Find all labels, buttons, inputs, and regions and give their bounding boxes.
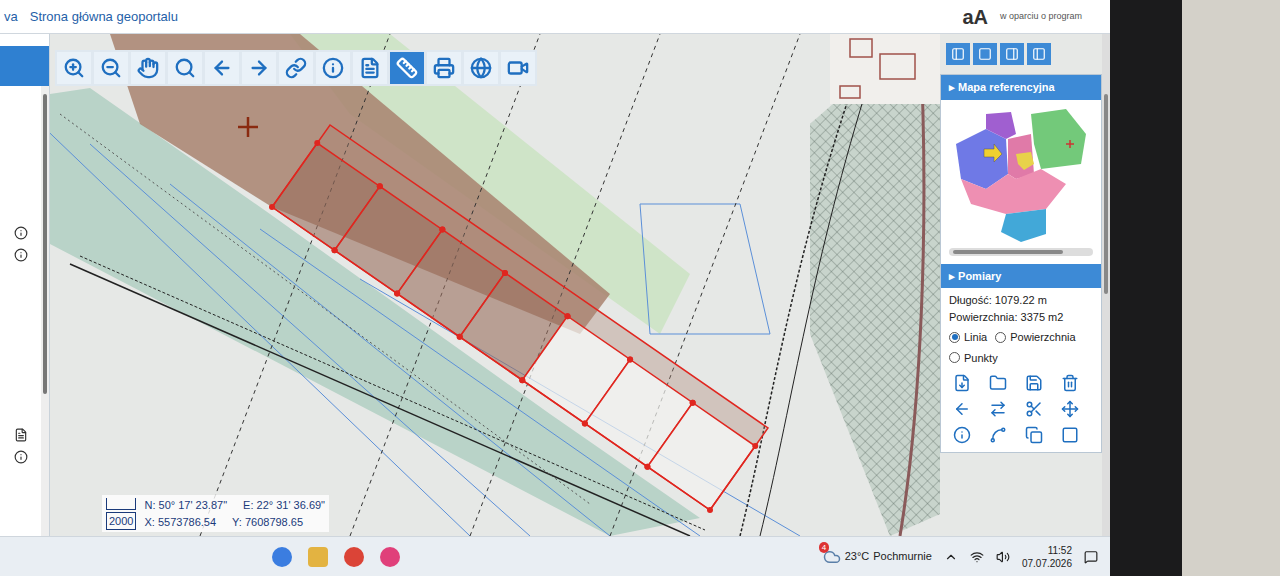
- notifications-icon[interactable]: [1084, 550, 1098, 564]
- coord-y: Y: 7608798.65: [232, 514, 303, 531]
- measure-tool-icon[interactable]: [1061, 374, 1079, 392]
- weather-badge: 4: [819, 542, 829, 553]
- toolbar-button[interactable]: [94, 52, 128, 84]
- map-toolbar: [55, 50, 537, 86]
- globe-icon: [470, 57, 492, 79]
- app-icon[interactable]: [308, 547, 328, 567]
- scale-bar-icon: [106, 498, 136, 510]
- app-icon[interactable]: [344, 547, 364, 567]
- coordinates-box: 2000 N: 50° 17' 23.87" E: 22° 31' 36.69" X:…: [102, 495, 329, 532]
- layout-icon: [1032, 47, 1046, 61]
- measure-tool-icon[interactable]: [1025, 426, 1043, 444]
- mode-radio[interactable]: Powierzchnia: [995, 329, 1075, 346]
- sidebar-tab[interactable]: [0, 46, 49, 86]
- layout-icon: [951, 47, 965, 61]
- video-icon: [507, 57, 529, 79]
- scale-value[interactable]: 2000: [106, 512, 136, 531]
- mode-radio[interactable]: Linia: [949, 329, 987, 346]
- layout-icon: [978, 47, 992, 61]
- map[interactable]: 2000 N: 50° 17' 23.87" E: 22° 31' 36.69" X:…: [50, 34, 940, 536]
- length-reading: Długość: 1079.22 m: [949, 292, 1093, 309]
- cross-marker-icon: [238, 117, 258, 137]
- coord-n: N: 50° 17' 23.87": [144, 497, 227, 514]
- zoom-out-icon: [100, 57, 122, 79]
- toolbar-button[interactable]: [168, 52, 202, 84]
- room-background: [1182, 0, 1280, 576]
- layout-button[interactable]: [1000, 43, 1024, 65]
- measure-tool-icon[interactable]: [1061, 400, 1079, 418]
- wifi-icon[interactable]: [970, 550, 984, 564]
- forward-icon: [248, 57, 270, 79]
- info-icon[interactable]: [14, 248, 28, 262]
- app-icon[interactable]: [272, 547, 292, 567]
- toolbar-button[interactable]: [279, 52, 313, 84]
- layout-icon: [1005, 47, 1019, 61]
- back-icon: [211, 57, 233, 79]
- measure-tool-icon[interactable]: [953, 374, 971, 392]
- layout-button[interactable]: [1027, 43, 1051, 65]
- toolbar-button[interactable]: [131, 52, 165, 84]
- measure-tool-icon[interactable]: [989, 400, 1007, 418]
- document-icon[interactable]: [14, 428, 28, 442]
- map-drawing[interactable]: [50, 34, 940, 536]
- zoom-in-icon: [63, 57, 85, 79]
- toolbar-button[interactable]: [57, 52, 91, 84]
- font-size-button[interactable]: aA: [962, 2, 988, 32]
- measure-tool-icon[interactable]: [953, 426, 971, 444]
- coord-e: E: 22° 31' 36.69": [243, 497, 325, 514]
- area-reading: Powierzchnia: 3375 m2: [949, 309, 1093, 326]
- info-icon[interactable]: [14, 450, 28, 464]
- screen: va Strona główna geoportalu aA w oparciu o …: [0, 0, 1110, 576]
- header-link[interactable]: va: [4, 7, 18, 27]
- measure-tool-icon[interactable]: [1025, 400, 1043, 418]
- coord-x: X: 5573786.54: [144, 514, 216, 531]
- app-icon[interactable]: [380, 547, 400, 567]
- pan-icon: [137, 57, 159, 79]
- panel-scrollbar[interactable]: [1102, 34, 1110, 536]
- photo-frame: va Strona główna geoportalu aA w oparciu o …: [0, 0, 1280, 576]
- zoom-window-icon: [174, 57, 196, 79]
- toolbar-button[interactable]: [427, 52, 461, 84]
- measure-tools: [941, 366, 1101, 452]
- toolbar-button[interactable]: [205, 52, 239, 84]
- toolbar-button[interactable]: [242, 52, 276, 84]
- measure-tool-icon[interactable]: [989, 426, 1007, 444]
- measure-tool-icon[interactable]: [953, 400, 971, 418]
- taskbar: 423°CPochmurnie 11:5207.07.2026: [0, 536, 1110, 576]
- main-area: 2000 N: 50° 17' 23.87" E: 22° 31' 36.69" X:…: [0, 34, 1110, 536]
- info-icon: [322, 57, 344, 79]
- reference-map-header[interactable]: ▸ Mapa referencyjna: [941, 75, 1101, 100]
- layout-buttons: [940, 34, 1102, 74]
- measure-tool-icon[interactable]: [1061, 426, 1079, 444]
- minimap-scrollbar[interactable]: [949, 248, 1093, 256]
- tray-expand-icon[interactable]: [944, 550, 958, 564]
- toolbar-button[interactable]: [353, 52, 387, 84]
- header-link[interactable]: Strona główna geoportalu: [30, 7, 178, 27]
- print-icon: [433, 57, 455, 79]
- mode-radio[interactable]: Punkty: [949, 350, 998, 367]
- header: va Strona główna geoportalu aA w oparciu o …: [0, 0, 1110, 34]
- volume-icon[interactable]: [996, 550, 1010, 564]
- reference-minimap[interactable]: [946, 104, 1096, 244]
- left-sidebar: [0, 34, 50, 536]
- toolbar-button[interactable]: [390, 52, 424, 84]
- layout-button[interactable]: [973, 43, 997, 65]
- weather-widget[interactable]: 423°CPochmurnie: [823, 548, 932, 566]
- info-icon[interactable]: [14, 226, 28, 240]
- toolbar-button[interactable]: [464, 52, 498, 84]
- layout-button[interactable]: [946, 43, 970, 65]
- header-note: w oparciu o program: [1000, 10, 1082, 24]
- sidebar-scrollbar[interactable]: [41, 86, 49, 536]
- laptop-bezel: [1110, 0, 1182, 576]
- ruler-icon: [396, 57, 418, 79]
- right-panel: ▸ Mapa referencyjna ▸ Pomiary Długość: 107…: [940, 34, 1110, 536]
- measure-tool-icon[interactable]: [1025, 374, 1043, 392]
- clock[interactable]: 11:5207.07.2026: [1022, 544, 1072, 570]
- toolbar-button[interactable]: [316, 52, 350, 84]
- toolbar-button[interactable]: [501, 52, 535, 84]
- link-icon: [285, 57, 307, 79]
- measurements-header[interactable]: ▸ Pomiary: [941, 264, 1101, 289]
- measure-tool-icon[interactable]: [989, 374, 1007, 392]
- info-doc-icon: [359, 57, 381, 79]
